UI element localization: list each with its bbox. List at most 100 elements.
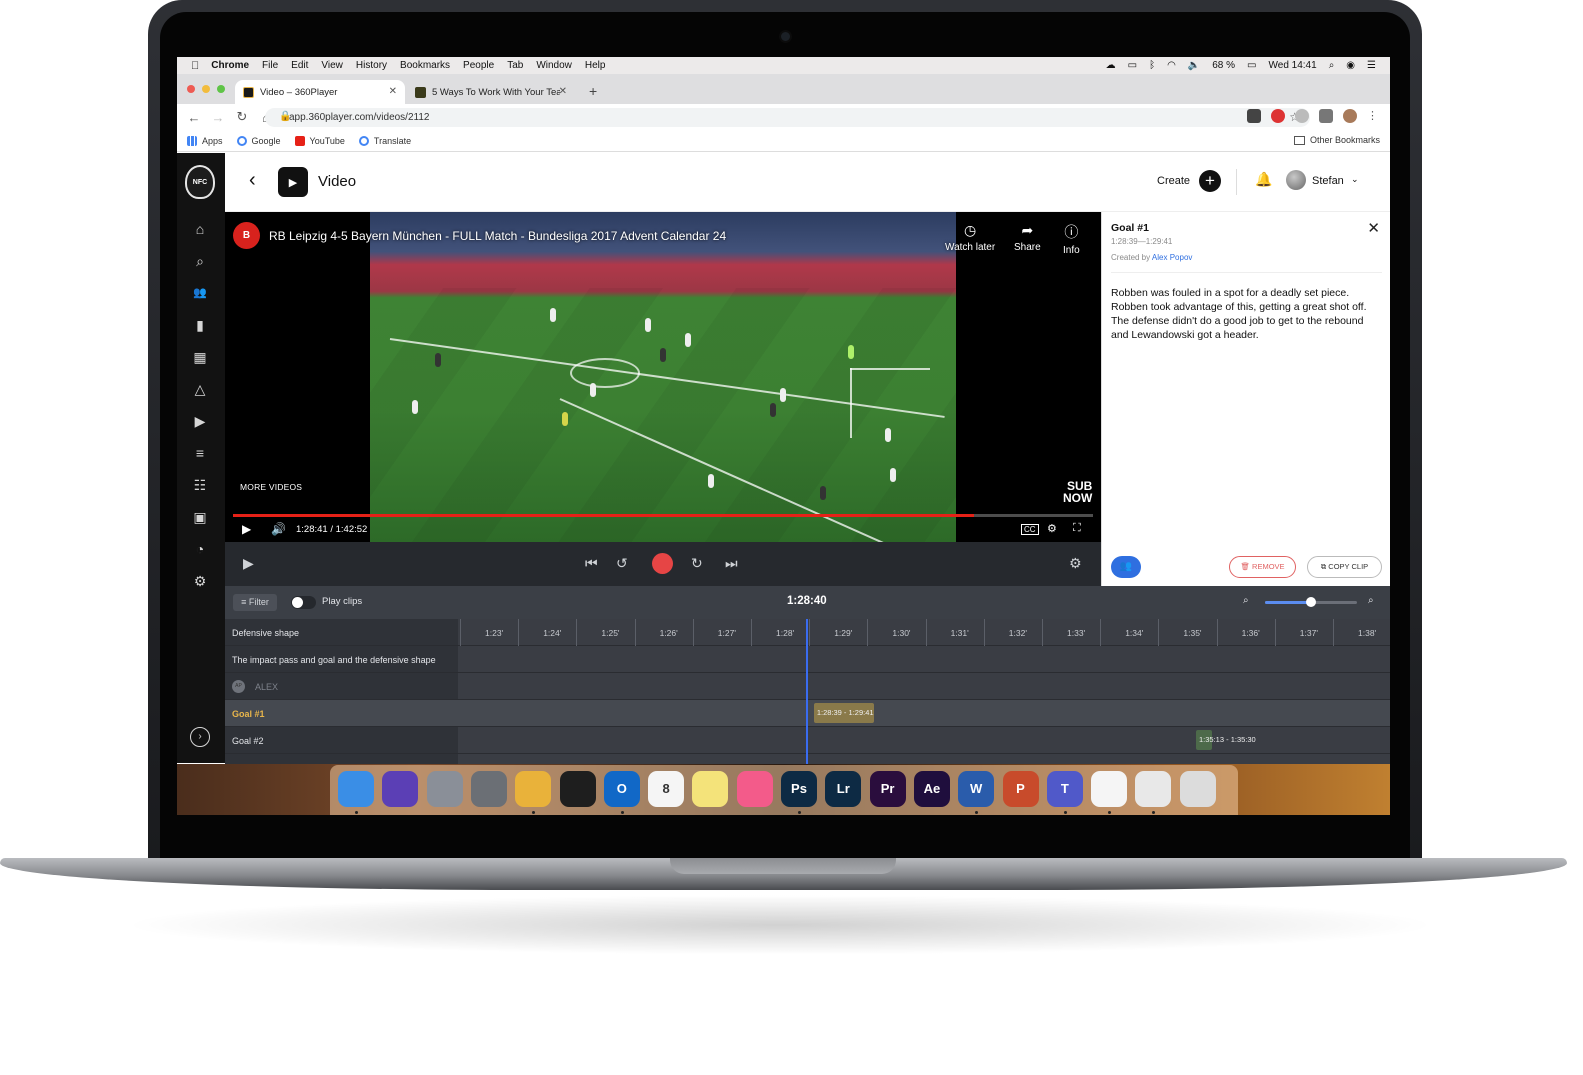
play-icon[interactable]: ▶ [243, 555, 254, 572]
tab-close-icon[interactable]: ✕ [389, 86, 397, 97]
back-arrow-icon[interactable]: ← [187, 110, 201, 125]
menu-view[interactable]: View [321, 60, 343, 71]
video-icon[interactable]: ▶ [190, 411, 210, 431]
bell-icon[interactable]: 🔔 [1255, 171, 1272, 188]
word-icon[interactable]: W [958, 771, 995, 807]
assessment-icon[interactable]: ☷ [190, 475, 210, 495]
menu-app-name[interactable]: Chrome [211, 60, 249, 71]
forward-arrow-icon[interactable]: → [211, 110, 225, 125]
chrome-menu-icon[interactable]: ⋮ [1367, 109, 1378, 123]
video-player[interactable]: B RB Leipzig 4-5 Bayern München - FULL M… [225, 212, 1101, 542]
user-name[interactable]: Stefan [1312, 175, 1344, 187]
chrome-icon[interactable] [515, 771, 552, 807]
group-icon[interactable]: 👥 [190, 283, 210, 303]
figma-icon[interactable] [559, 771, 596, 807]
reading-list-icon[interactable] [1319, 109, 1333, 123]
watch-later-button[interactable]: ◷ Watch later [945, 222, 995, 253]
fullscreen-icon[interactable]: ⛶ [1073, 522, 1081, 535]
bluetooth-icon[interactable]: ᛒ [1149, 60, 1155, 71]
bookmark-translate[interactable]: Translate [358, 135, 411, 146]
spotlight-icon[interactable]: ⌕ [1329, 60, 1335, 71]
lightroom-icon[interactable]: Lr [825, 771, 862, 807]
gmail-extension-icon[interactable] [1247, 109, 1261, 123]
airplay-icon[interactable]: ▭ [1128, 60, 1137, 71]
volume-icon[interactable]: 🔈 [1188, 60, 1200, 71]
forward-10-icon[interactable]: ↻ [691, 555, 703, 572]
trash-icon[interactable] [1179, 771, 1216, 807]
record-button[interactable] [652, 553, 673, 574]
filter-button[interactable]: ≡ Filter [233, 594, 277, 611]
profile-avatar-icon[interactable] [1343, 109, 1357, 123]
yt-volume-icon[interactable]: 🔊 [271, 522, 286, 536]
tab-close-icon[interactable]: ✕ [559, 86, 567, 97]
zoom-in-icon[interactable]: ⌕ [1368, 595, 1374, 606]
menu-edit[interactable]: Edit [291, 60, 308, 71]
tab-5-ways[interactable]: 5 Ways To Work With Your Tea ✕ [407, 80, 575, 104]
window-close-button[interactable] [187, 85, 195, 93]
create-label[interactable]: Create [1157, 175, 1190, 187]
skip-forward-icon[interactable]: ⏭ [725, 555, 738, 572]
calendar-icon[interactable]: 8 [648, 771, 685, 807]
tag-people-button[interactable]: 👥 [1111, 556, 1141, 578]
reload-icon[interactable]: ↻ [235, 109, 249, 125]
rewind-10-icon[interactable]: ↺ [616, 555, 628, 572]
sliders-icon[interactable]: ≡ [190, 443, 210, 463]
expand-sidebar-icon[interactable]: › [190, 727, 210, 747]
search-icon[interactable]: ⌕ [190, 251, 210, 271]
club-logo[interactable]: NFC [185, 165, 215, 199]
menu-window[interactable]: Window [536, 60, 572, 71]
notes-icon[interactable] [692, 771, 729, 807]
play-clips-toggle[interactable] [291, 596, 316, 609]
stats-icon[interactable]: ▮ [190, 315, 210, 335]
outlook-icon[interactable]: O [603, 771, 640, 807]
copy-clip-button[interactable]: ⧉ COPY CLIP [1307, 556, 1382, 578]
drills-icon[interactable]: △ [190, 379, 210, 399]
window-zoom-button[interactable] [217, 85, 225, 93]
subscribe-watermark[interactable]: SUB NOW [1063, 480, 1092, 504]
info-button[interactable]: ⓘ Info [1063, 222, 1080, 256]
teams-icon[interactable]: T [1046, 771, 1083, 807]
settings-icon[interactable]: ⚙ [190, 571, 210, 591]
video-title[interactable]: RB Leipzig 4-5 Bayern München - FULL Mat… [269, 229, 726, 243]
photoshop-icon[interactable]: Ps [781, 771, 817, 807]
more-videos-link[interactable]: MORE VIDEOS [240, 482, 302, 492]
chevron-down-icon[interactable]: ⌄ [1351, 174, 1359, 185]
timeline-clip[interactable]: 1:28:39 - 1:29:41 [813, 703, 874, 723]
battery-label[interactable]: 68 % [1212, 60, 1235, 71]
url-field[interactable]: 🔒 app.360player.com/videos/2112 ☆ [265, 108, 1310, 127]
siri-menubar-icon[interactable]: ◉ [1346, 60, 1355, 71]
menu-history[interactable]: History [356, 60, 387, 71]
avatar[interactable] [1286, 170, 1306, 190]
timeline-clip[interactable]: 1:35:13 - 1:35:30 [1196, 730, 1256, 750]
calendar-icon[interactable]: ▦ [190, 347, 210, 367]
zoom-handle[interactable] [1306, 597, 1316, 607]
after-effects-icon[interactable]: Ae [913, 771, 950, 807]
menu-tab[interactable]: Tab [507, 60, 523, 71]
premiere-icon[interactable]: Pr [869, 771, 906, 807]
create-plus-button[interactable]: + [1199, 170, 1221, 192]
notification-center-icon[interactable]: ☰ [1367, 60, 1376, 71]
new-tab-button[interactable]: + [589, 83, 597, 99]
zoom-slider[interactable] [1265, 597, 1357, 607]
video-progress-bar[interactable] [233, 514, 1093, 517]
slack-icon[interactable] [1091, 771, 1128, 807]
battery-icon[interactable]: ▭ [1247, 60, 1256, 71]
siri-icon[interactable] [382, 771, 419, 807]
powerpoint-icon[interactable]: P [1002, 771, 1039, 807]
channel-logo[interactable]: B [233, 222, 260, 249]
tab-video-360player[interactable]: Video – 360Player ✕ [235, 80, 405, 104]
player-settings-icon[interactable]: ⚙ [1069, 555, 1082, 572]
zoom-out-icon[interactable]: ⌕ [1243, 595, 1249, 606]
creative-cloud-icon[interactable]: ☁ [1106, 60, 1116, 71]
launchpad-icon[interactable] [426, 771, 463, 807]
menu-help[interactable]: Help [585, 60, 606, 71]
preview-icon[interactable] [1135, 771, 1172, 807]
bookmark-apps[interactable]: Apps [187, 135, 223, 146]
tactics-icon[interactable]: ▣ [190, 507, 210, 527]
author-link[interactable]: Alex Popov [1152, 253, 1192, 262]
itunes-icon[interactable] [736, 771, 773, 807]
finder-icon[interactable] [338, 771, 374, 807]
remove-button[interactable]: 🗑 REMOVE [1229, 556, 1296, 578]
system-preferences-icon[interactable] [470, 771, 507, 807]
timeline-playhead[interactable] [806, 619, 808, 765]
